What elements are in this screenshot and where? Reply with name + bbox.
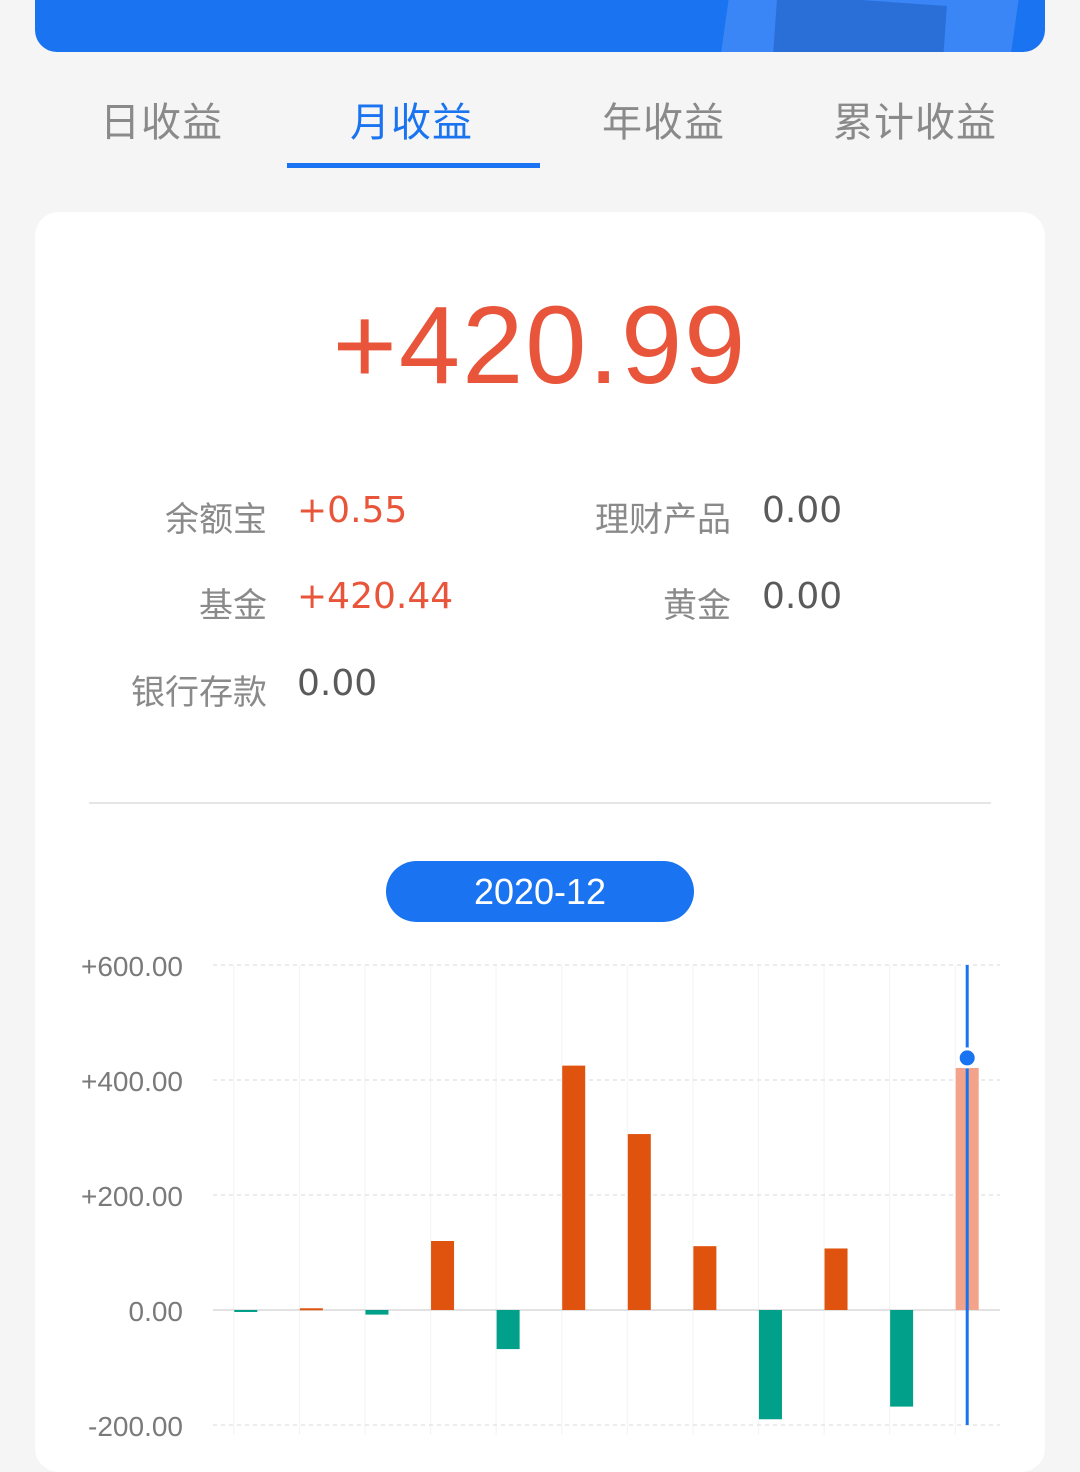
period-tabs: 日收益 月收益 年收益 累计收益 <box>35 80 1045 172</box>
yuebao-label: 余额宝 <box>165 500 267 540</box>
y-tick-label: 0.00 <box>129 1296 184 1327</box>
bar-10 <box>824 1248 848 1310</box>
tab-daily[interactable]: 日收益 <box>100 90 223 148</box>
section-divider <box>89 802 991 804</box>
bank-deposit-value: 0.00 <box>297 663 378 704</box>
fund-value: +420.44 <box>297 576 454 617</box>
tab-cumulative[interactable]: 累计收益 <box>833 90 997 148</box>
wealth-products-label: 理财产品 <box>595 500 731 540</box>
selection-cursor-dot <box>956 1047 978 1069</box>
bar-5 <box>496 1310 520 1350</box>
bar-6 <box>562 1065 586 1310</box>
monthly-earnings-chart[interactable]: +600.00 +400.00 +200.00 0.00 -200.00 <box>35 932 1045 1472</box>
active-tab-indicator <box>287 163 540 168</box>
month-selector-button[interactable]: 2020-12 <box>386 861 694 922</box>
bar-1 <box>234 1310 258 1312</box>
tab-yearly[interactable]: 年收益 <box>602 90 725 148</box>
earnings-card: +420.99 余额宝 +0.55 理财产品 0.00 基金 +420.44 黄… <box>35 212 1045 1472</box>
gold-value: 0.00 <box>762 576 843 617</box>
wealth-products-value: 0.00 <box>762 490 843 531</box>
fund-label: 基金 <box>199 586 267 626</box>
gold-label: 黄金 <box>663 586 731 626</box>
yuebao-value: +0.55 <box>297 490 408 531</box>
tab-monthly[interactable]: 月收益 <box>350 90 473 148</box>
bar-11 <box>890 1310 914 1407</box>
bar-8 <box>693 1246 717 1310</box>
total-earnings: +420.99 <box>332 284 748 407</box>
bar-9 <box>758 1310 782 1420</box>
bar-3 <box>365 1310 389 1315</box>
bar-4 <box>431 1241 455 1310</box>
bank-deposit-label: 银行存款 <box>131 673 267 713</box>
bar-2 <box>299 1308 323 1311</box>
y-tick-label: -200.00 <box>88 1411 183 1442</box>
bar-7 <box>627 1134 651 1310</box>
y-tick-label: +600.00 <box>81 951 183 982</box>
top-banner <box>35 0 1045 52</box>
y-tick-label: +200.00 <box>81 1181 183 1212</box>
banner-card-graphic <box>773 0 947 52</box>
y-tick-label: +400.00 <box>81 1066 183 1097</box>
